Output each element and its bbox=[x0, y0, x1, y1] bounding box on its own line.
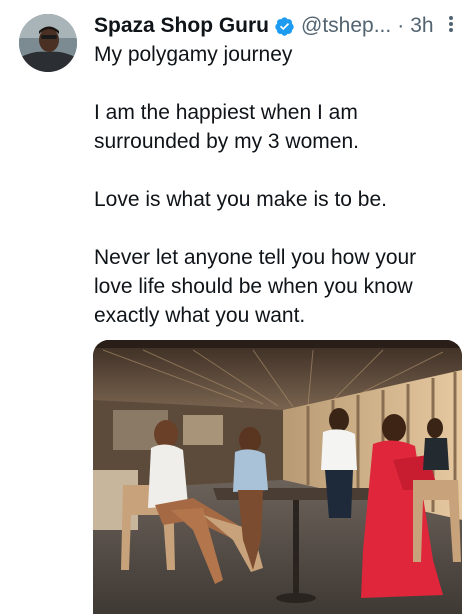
tweet-photo[interactable] bbox=[93, 340, 462, 614]
tweet-line: Never let anyone tell you how your bbox=[94, 246, 417, 269]
timestamp[interactable]: 3h bbox=[410, 14, 433, 38]
more-options-icon[interactable] bbox=[444, 13, 458, 35]
line-break bbox=[94, 156, 454, 185]
line-break bbox=[94, 69, 454, 98]
avatar[interactable] bbox=[19, 14, 77, 72]
avatar-photo bbox=[19, 14, 77, 72]
restaurant-photo bbox=[93, 340, 462, 614]
tweet-line: Love is what you make is to be. bbox=[94, 188, 387, 211]
tweet-header: Spaza Shop Guru @tshep... · 3h bbox=[94, 11, 434, 41]
line-break bbox=[94, 214, 454, 243]
tweet-line: My polygamy journey bbox=[94, 43, 293, 66]
user-handle[interactable]: @tshep... bbox=[301, 14, 391, 38]
tweet-line: exactly what you want. bbox=[94, 304, 306, 327]
tweet-text: My polygamy journey I am the happiest wh… bbox=[94, 40, 454, 330]
tweet-line: I am the happiest when I am bbox=[94, 101, 358, 124]
display-name[interactable]: Spaza Shop Guru bbox=[94, 14, 269, 38]
tweet-line: love life should be when you know bbox=[94, 275, 413, 298]
tweet-line: surrounded by my 3 women. bbox=[94, 130, 359, 153]
verified-badge-icon bbox=[274, 16, 295, 37]
separator-dot: · bbox=[397, 14, 405, 37]
tweet: Spaza Shop Guru @tshep... · 3h My polyga… bbox=[0, 0, 476, 614]
